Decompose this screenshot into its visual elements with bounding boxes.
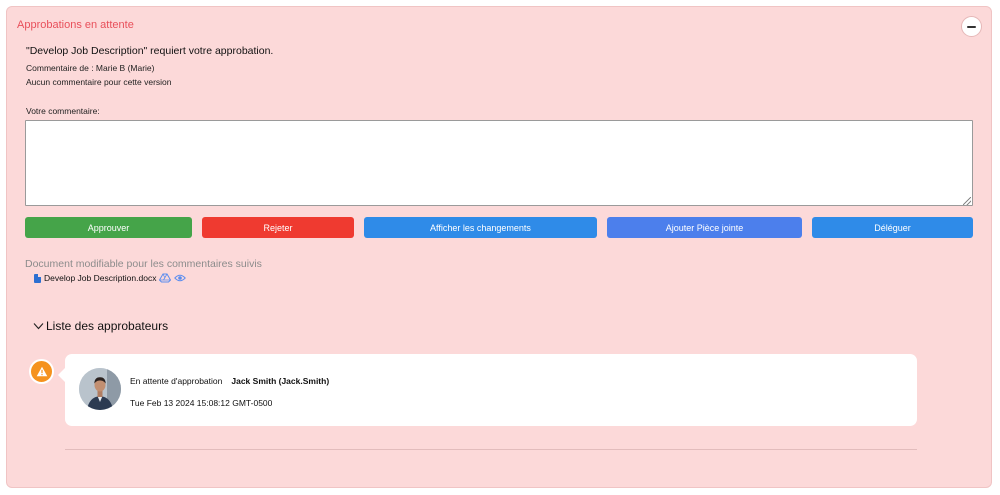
collapse-button[interactable] bbox=[961, 16, 982, 37]
approvers-list-toggle[interactable]: Liste des approbateurs bbox=[33, 319, 168, 333]
avatar bbox=[79, 368, 121, 410]
approver-status-line: En attente d'approbation Jack Smith (Jac… bbox=[130, 376, 329, 386]
chevron-down-icon bbox=[33, 322, 44, 330]
approver-card: En attente d'approbation Jack Smith (Jac… bbox=[58, 354, 917, 426]
show-changes-button[interactable]: Afficher les changements bbox=[364, 217, 597, 238]
minus-icon bbox=[967, 25, 976, 28]
textarea-resize-handle[interactable] bbox=[963, 197, 971, 205]
approvers-list-title: Liste des approbateurs bbox=[46, 319, 169, 333]
warning-triangle-icon bbox=[29, 359, 54, 384]
approval-timestamp: Tue Feb 13 2024 15:08:12 GMT-0500 bbox=[130, 398, 273, 408]
google-drive-icon[interactable] bbox=[159, 273, 172, 283]
eye-icon[interactable] bbox=[174, 273, 187, 283]
document-link[interactable]: Develop Job Description.docx bbox=[44, 273, 156, 283]
comment-textarea[interactable] bbox=[25, 120, 973, 206]
pending-approvals-panel: Approbations en attente "Develop Job Des… bbox=[6, 6, 992, 488]
approve-button[interactable]: Approuver bbox=[25, 217, 192, 238]
comment-label: Votre commentaire: bbox=[26, 106, 100, 116]
approval-status: En attente d'approbation bbox=[130, 376, 223, 386]
add-attachment-button[interactable]: Ajouter Pièce jointe bbox=[607, 217, 802, 238]
reject-button[interactable]: Rejeter bbox=[202, 217, 354, 238]
approver-name: Jack Smith (Jack.Smith) bbox=[231, 376, 330, 386]
word-doc-icon bbox=[34, 273, 41, 283]
divider bbox=[65, 449, 917, 450]
comment-author: Commentaire de : Marie B (Marie) bbox=[26, 63, 155, 73]
delegate-button[interactable]: Déléguer bbox=[812, 217, 973, 238]
no-comment-text: Aucun commentaire pour cette version bbox=[26, 77, 172, 87]
panel-title: Approbations en attente bbox=[17, 19, 134, 31]
document-link-row: Develop Job Description.docx bbox=[34, 273, 187, 283]
editable-document-note: Document modifiable pour les commentaire… bbox=[25, 258, 262, 270]
approval-request-text: "Develop Job Description" requiert votre… bbox=[26, 45, 274, 57]
